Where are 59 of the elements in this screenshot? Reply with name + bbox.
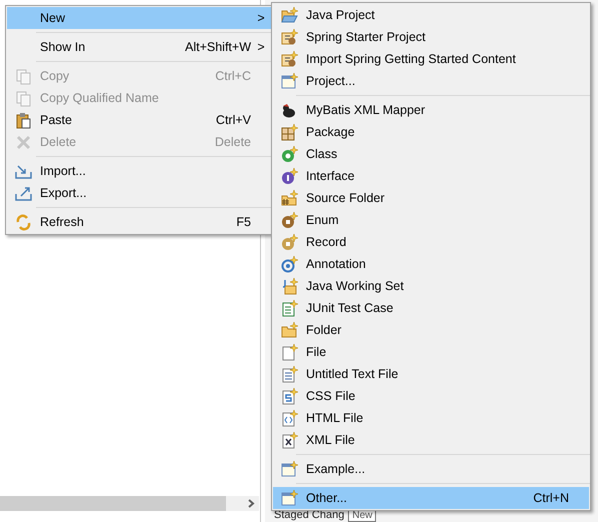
copy-icon [15, 68, 32, 84]
export-icon [15, 184, 32, 202]
window-icon [281, 490, 298, 506]
refresh-icon [15, 214, 32, 230]
menu-item[interactable]: Refresh F5 [7, 211, 271, 233]
window-icon [281, 72, 298, 90]
menu-item[interactable]: Record [273, 231, 589, 253]
copy-icon [15, 90, 32, 106]
menu-item[interactable]: Java Project [273, 4, 589, 26]
menu-item[interactable]: Class [273, 143, 589, 165]
circle-icon [281, 146, 298, 162]
menu-item[interactable]: JUnit Test Case [273, 297, 589, 319]
window-icon [281, 460, 298, 478]
menu-item[interactable]: Annotation [273, 253, 589, 275]
folder-icon [281, 322, 298, 338]
menu-item[interactable]: Import Spring Getting Started Content [273, 48, 589, 70]
menu-item[interactable]: Spring Starter Project [273, 26, 589, 48]
menu-item[interactable]: Import... [7, 160, 271, 182]
menu-item[interactable]: Package [273, 121, 589, 143]
tooltip: New [348, 510, 376, 522]
file-icon [281, 344, 298, 360]
text-file-icon [281, 366, 298, 382]
working-set-icon [281, 278, 298, 294]
folder-icon [281, 6, 298, 24]
circle-icon [281, 168, 298, 184]
menu-item[interactable]: File [273, 341, 589, 363]
menu-item[interactable]: Folder [273, 319, 589, 341]
menu-item[interactable]: Example... [273, 458, 589, 480]
circle-icon [281, 234, 298, 250]
clipboard-icon [15, 112, 32, 128]
test-file-icon [281, 300, 298, 316]
menu-item[interactable]: Source Folder [273, 187, 589, 209]
menu-item[interactable]: Show In Alt+Shift+W > [7, 36, 271, 58]
file-icon [281, 410, 298, 426]
menu-item[interactable]: Enum [273, 209, 589, 231]
menu-item[interactable]: Paste Ctrl+V [7, 109, 271, 131]
project-icon [281, 28, 298, 46]
bird-icon [281, 102, 298, 118]
menu-item[interactable]: Export... [7, 182, 271, 204]
menu-item[interactable]: Project... [273, 70, 589, 92]
menu-item[interactable]: MyBatis XML Mapper [273, 99, 589, 121]
menu-item[interactable]: Other... Ctrl+N [273, 487, 589, 509]
menu-item[interactable]: CSS File [273, 385, 589, 407]
panel-title: Staged Chang [274, 509, 344, 521]
file-icon [281, 432, 298, 448]
folder-icon [281, 190, 298, 206]
scroll-right-icon[interactable] [248, 499, 255, 508]
menu-item[interactable]: HTML File [273, 407, 589, 429]
package-icon [281, 124, 298, 140]
file-icon [281, 388, 298, 404]
menu-item[interactable]: New > [7, 7, 271, 29]
circle-icon [281, 212, 298, 228]
menu-item[interactable]: XML File [273, 429, 589, 451]
menu-item[interactable]: Interface [273, 165, 589, 187]
project-icon [281, 50, 298, 68]
import-icon [15, 162, 32, 180]
menu-item[interactable]: Java Working Set [273, 275, 589, 297]
close-icon [15, 134, 32, 150]
menu-item[interactable]: Untitled Text File [273, 363, 589, 385]
